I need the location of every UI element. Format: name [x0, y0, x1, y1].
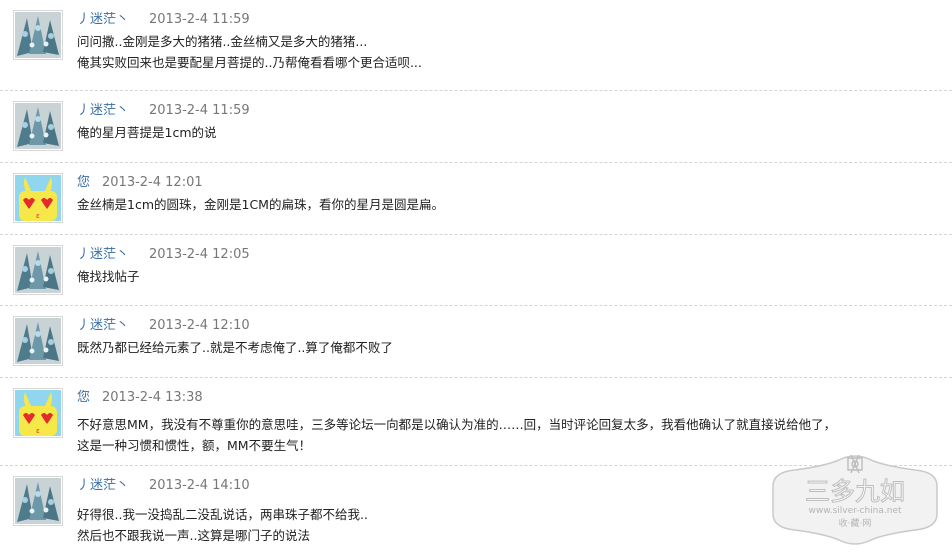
message-text: 金丝楠是1cm的圆珠，金刚是1CM的扁珠，看你的星月是圆是扁。 [77, 194, 444, 215]
message-text: 问问撒..金刚是多大的猪猪..金丝楠又是多大的猪猪... 俺其实败回来也是要配星… [77, 31, 422, 73]
avatar[interactable] [13, 10, 63, 60]
message-item: ε 您 2013-2-4 12:01 金丝楠是1cm的圆珠，金刚是1CM的扁珠，看… [0, 163, 952, 235]
beads-photo-avatar-icon [15, 103, 61, 149]
message-line: 不好意思MM，我没有不尊重你的意思哇，三多等论坛一向都是以确认为准的……回，当时… [77, 417, 837, 432]
message-text: 既然乃都已经给元素了..就是不考虑俺了..算了俺都不败了 [77, 337, 393, 358]
watermark-name: 三多九如 [805, 477, 905, 506]
avatar[interactable] [13, 316, 63, 366]
author-link[interactable]: 您 [77, 175, 90, 190]
site-watermark: 三多九如 www.silver-china.net 收·藏·网 [772, 454, 938, 545]
message-item: 丿迷茫丶 2013-2-4 11:59 俺的星月菩提是1cm的说 [0, 91, 952, 163]
author-link[interactable]: 丿迷茫丶 [77, 318, 129, 333]
message-line: 既然乃都已经给元素了..就是不考虑俺了..算了俺都不败了 [77, 340, 393, 355]
cartoon-rabbit-avatar-icon: ε [15, 175, 61, 221]
message-text: 不好意思MM，我没有不尊重你的意思哇，三多等论坛一向都是以确认为准的……回，当时… [77, 414, 836, 456]
message-time: 2013-2-4 12:10 [149, 318, 250, 333]
cartoon-rabbit-avatar-icon: ε [15, 390, 61, 436]
message-item: 丿迷茫丶 2013-2-4 12:10 既然乃都已经给元素了..就是不考虑俺了..… [0, 306, 952, 378]
message-line: 俺的星月菩提是1cm的说 [77, 125, 217, 140]
message-item: 丿迷茫丶 2013-2-4 12:05 俺找找帖子 [0, 235, 952, 306]
watermark-tagline: 收·藏·网 [839, 517, 872, 529]
author-link[interactable]: 您 [77, 390, 90, 405]
avatar[interactable]: ε [13, 173, 63, 223]
message-line: 俺其实败回来也是要配星月菩提的..乃帮俺看看哪个更合适呗... [77, 55, 422, 70]
message-time: 2013-2-4 13:38 [102, 390, 203, 405]
avatar[interactable]: ε [13, 388, 63, 438]
message-line: 这是一种习惯和惯性，额，MM不要生气！ [77, 438, 312, 453]
message-time: 2013-2-4 11:59 [149, 12, 250, 27]
message-time: 2013-2-4 14:10 [149, 478, 250, 493]
message-time: 2013-2-4 12:05 [149, 247, 250, 262]
avatar[interactable] [13, 476, 63, 526]
message-line: 俺找找帖子 [77, 269, 140, 284]
beads-photo-avatar-icon [15, 318, 61, 364]
beads-photo-avatar-icon [15, 12, 61, 58]
author-link[interactable]: 丿迷茫丶 [77, 478, 129, 493]
message-text: 俺找找帖子 [77, 266, 140, 287]
avatar[interactable] [13, 245, 63, 295]
svg-text:ε: ε [36, 212, 40, 220]
avatar[interactable] [13, 101, 63, 151]
author-link[interactable]: 丿迷茫丶 [77, 103, 129, 118]
svg-text:ε: ε [36, 427, 40, 435]
author-link[interactable]: 丿迷茫丶 [77, 12, 129, 27]
author-link[interactable]: 丿迷茫丶 [77, 247, 129, 262]
message-time: 2013-2-4 11:59 [149, 103, 250, 118]
message-text: 好得很..我一没捣乱二没乱说话，两串珠子都不给我.. 然后也不跟我说一声..这算… [77, 504, 368, 546]
message-line: 好得很..我一没捣乱二没乱说话，两串珠子都不给我.. [77, 507, 368, 522]
watermark-url: www.silver-china.net [808, 506, 902, 516]
beads-photo-avatar-icon [15, 478, 61, 524]
message-line: 然后也不跟我说一声..这算是哪门子的说法 [77, 528, 310, 543]
message-line: 问问撒..金刚是多大的猪猪..金丝楠又是多大的猪猪... [77, 34, 368, 49]
message-time: 2013-2-4 12:01 [102, 175, 203, 190]
beads-photo-avatar-icon [15, 247, 61, 293]
message-line: 金丝楠是1cm的圆珠，金刚是1CM的扁珠，看你的星月是圆是扁。 [77, 197, 444, 212]
message-text: 俺的星月菩提是1cm的说 [77, 122, 217, 143]
message-item: 丿迷茫丶 2013-2-4 11:59 问问撒..金刚是多大的猪猪..金丝楠又是多… [0, 0, 952, 91]
